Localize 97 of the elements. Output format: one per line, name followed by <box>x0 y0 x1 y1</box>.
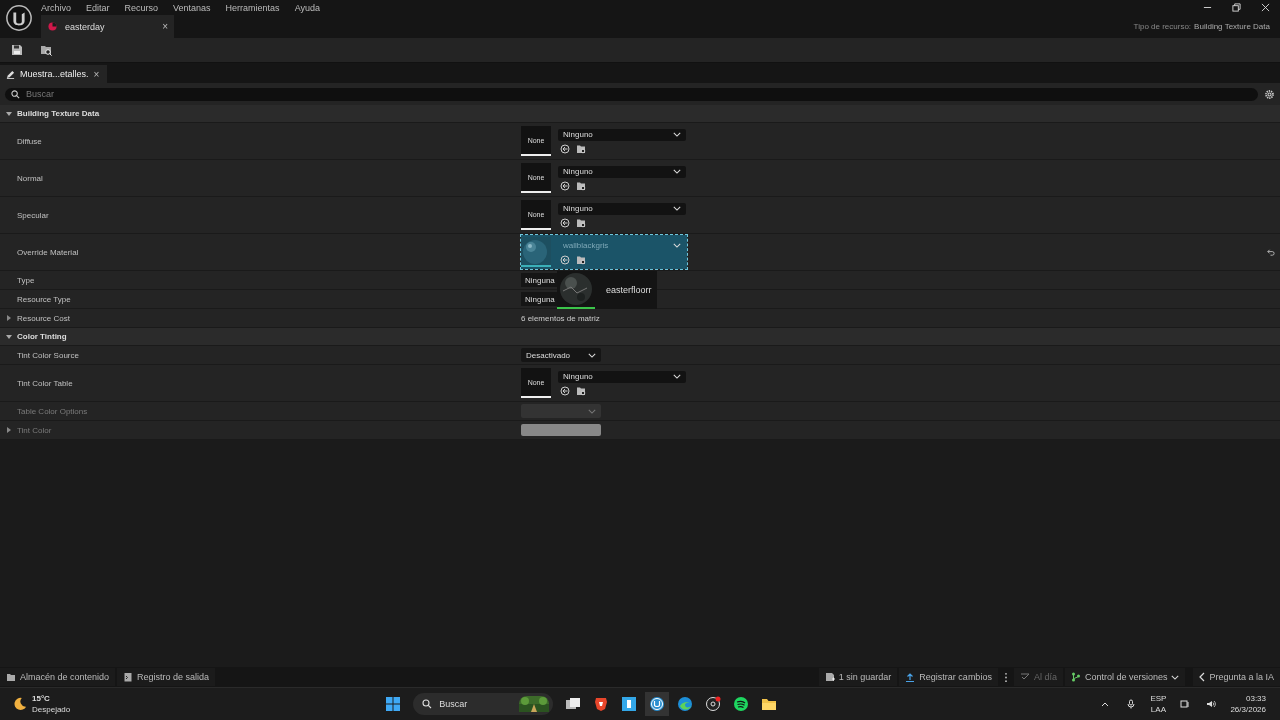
chevron-icon <box>673 169 681 174</box>
browser-swirl-icon[interactable] <box>677 696 694 712</box>
asset-dropdown[interactable]: Ninguno <box>558 202 686 215</box>
source-control-button[interactable]: Control de versiones <box>1064 668 1186 686</box>
property-label: Resource Cost <box>17 313 70 323</box>
asset-icon <box>48 22 57 31</box>
app-tile-icon[interactable] <box>621 696 638 712</box>
enum-dropdown[interactable]: Ninguna <box>521 292 559 306</box>
asset-dropdown[interactable]: Ninguno <box>558 370 686 383</box>
property-label: Tint Color Source <box>17 350 79 360</box>
use-selected-icon[interactable] <box>560 254 570 265</box>
folder-icon[interactable] <box>761 696 778 712</box>
more-options-icon[interactable] <box>1003 671 1008 683</box>
close-tab-button[interactable]: × <box>93 68 100 80</box>
ask-ai-button[interactable]: Pregunta a la IA <box>1193 668 1280 686</box>
save-icon[interactable] <box>11 44 23 56</box>
chevron-icon <box>673 206 681 211</box>
pencil-icon <box>6 69 15 79</box>
use-selected-icon[interactable] <box>560 217 570 228</box>
microphone-icon[interactable] <box>1126 699 1137 709</box>
speaker-icon[interactable] <box>1206 699 1217 709</box>
category-header[interactable]: Building Texture Data <box>0 105 1280 123</box>
property-label: Table Color Options <box>17 406 88 416</box>
search-icon <box>422 699 433 709</box>
close-icon[interactable] <box>1261 3 1270 12</box>
dropdown[interactable]: Desactivado <box>521 348 601 362</box>
browse-folder-icon[interactable] <box>576 217 586 228</box>
check-icon <box>1019 672 1030 682</box>
chevron-left-icon <box>1199 672 1206 682</box>
chevron-icon <box>673 132 681 137</box>
property-label: Override Material <box>17 247 79 257</box>
close-tab-button[interactable]: × <box>162 21 168 32</box>
menu-item[interactable]: Archivo <box>41 2 71 13</box>
sound-waves-disc-icon[interactable] <box>733 696 750 712</box>
reset-arrow-icon[interactable] <box>1266 247 1275 257</box>
restore-icon[interactable] <box>1232 3 1241 12</box>
property-label: Specular <box>17 210 49 220</box>
chevron-icon <box>588 408 596 414</box>
asset-type-label: Tipo de recurso: <box>1133 22 1192 31</box>
folder-icon <box>6 672 16 682</box>
property-label: Tint Color Table <box>17 378 73 388</box>
menu-item[interactable]: Editar <box>86 2 110 13</box>
property-label: Normal <box>17 173 43 183</box>
details-tab[interactable]: Muestra...etalles. × <box>0 65 108 83</box>
property-label: Type <box>17 275 35 285</box>
language-indicator[interactable]: ESP LAA <box>1150 693 1167 715</box>
upload-icon <box>905 672 916 682</box>
branch-icon <box>1070 672 1081 682</box>
chevron-icon <box>673 374 681 379</box>
search-icon <box>11 89 20 99</box>
property-label: Resource Type <box>17 294 71 304</box>
expand-arrow-icon[interactable] <box>7 315 11 321</box>
asset-dropdown[interactable]: Ninguno <box>558 128 686 141</box>
unsaved-button[interactable]: 1 sin guardar <box>818 668 898 686</box>
asset-dropdown[interactable]: Ninguno <box>558 165 686 178</box>
property-label: Tint Color <box>17 425 52 435</box>
chevron-icon <box>673 243 681 248</box>
record-disc-icon[interactable] <box>705 696 722 712</box>
task-view-icon[interactable] <box>565 696 582 712</box>
tab-title: Muestra...etalles. <box>20 69 89 79</box>
browse-folder-icon[interactable] <box>40 44 52 56</box>
menu-item[interactable]: Recurso <box>124 2 159 13</box>
clock[interactable]: 03:33 26/3/2026 <box>1230 693 1266 715</box>
menu-item[interactable]: Ayuda <box>294 2 320 13</box>
weather-label: Despejado <box>32 704 71 715</box>
use-selected-icon[interactable] <box>560 385 570 396</box>
tooltip-label: easterfloorr <box>605 285 653 295</box>
save-icon <box>824 672 835 682</box>
output-log-button[interactable]: Registro de salida <box>117 668 216 686</box>
property-label: Diffuse <box>17 136 42 146</box>
taskbar-search-box[interactable]: Buscar <box>413 693 554 715</box>
use-selected-icon[interactable] <box>560 180 570 191</box>
chevron-icon <box>588 352 596 358</box>
enum-dropdown[interactable]: Ninguna <box>521 273 559 287</box>
browse-folder-icon[interactable] <box>576 385 586 396</box>
category-header[interactable]: Color Tinting <box>0 328 1280 346</box>
browse-folder-icon[interactable] <box>576 180 586 191</box>
tab-title: easterday <box>65 21 105 32</box>
commit-button[interactable]: Registrar cambios <box>899 668 998 686</box>
array-count: 6 elementos de matriz <box>521 313 600 323</box>
menu-item[interactable]: Ventanas <box>173 2 211 13</box>
browse-folder-icon[interactable] <box>576 254 586 265</box>
temperature: 15°C <box>32 693 51 704</box>
use-selected-icon[interactable] <box>560 143 570 154</box>
content-browser-button[interactable]: Almacén de contenido <box>0 668 116 686</box>
chevron-icon <box>1171 674 1180 680</box>
start-icon[interactable] <box>385 696 402 712</box>
document-tab[interactable]: easterday × <box>41 15 174 38</box>
browse-folder-icon[interactable] <box>576 143 586 154</box>
engine-logo-icon[interactable] <box>645 692 670 716</box>
search-field[interactable]: Buscar <box>5 87 1258 101</box>
log-icon <box>123 672 134 682</box>
engine-logo-icon[interactable] <box>5 4 33 32</box>
settings-icon[interactable] <box>1264 88 1275 100</box>
moon-icon <box>13 697 27 711</box>
asset-type-value: Building Texture Data <box>1194 22 1270 31</box>
menu-item[interactable]: Herramientas <box>225 2 280 13</box>
